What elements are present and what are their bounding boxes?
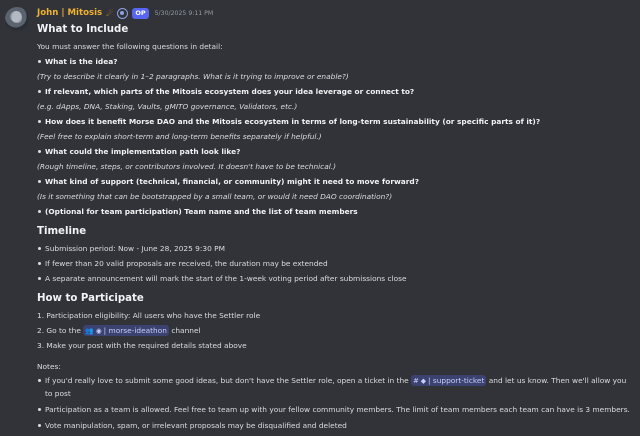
- question-3: How does it benefit Morse DAO and the Mi…: [37, 114, 637, 129]
- question-6: (Optional for team participation) Team n…: [37, 204, 637, 219]
- question-1: What is the idea?: [37, 54, 637, 69]
- timeline-item-3: A separate announcement will mark the st…: [37, 271, 637, 286]
- message-timestamp: 5/30/2025 9:11 PM: [154, 9, 214, 17]
- include-intro: You must answer the following questions …: [37, 42, 223, 51]
- question-2-note: (e.g. dApps, DNA, Staking, Vaults, gMITO…: [37, 102, 298, 111]
- author-avatar[interactable]: [5, 7, 29, 31]
- question-2: If relevant, which parts of the Mitosis …: [37, 84, 637, 99]
- notes-label: Notes:: [37, 362, 61, 371]
- chat-message: John | Mitosis ☄ OP 5/30/2025 9:11 PM Wh…: [0, 0, 640, 436]
- channel-name: | support-ticket: [428, 376, 485, 385]
- message-content: What to Include You must answer the foll…: [37, 21, 637, 432]
- heading-how-to-participate: How to Participate: [37, 293, 144, 304]
- note-3: Vote manipulation, spam, or irrelevant p…: [37, 419, 637, 432]
- participate-step-1: 1. Participation eligibility: All users …: [37, 311, 261, 320]
- timeline-item-1: Submission period: Now - June 28, 2025 9…: [37, 241, 637, 256]
- support-ticket-channel-link[interactable]: # ◆ | support-ticket: [411, 375, 487, 386]
- op-tag: OP: [132, 7, 149, 19]
- question-5-note: (Is it something that can be bootstrappe…: [37, 192, 393, 201]
- heading-timeline: Timeline: [37, 226, 87, 237]
- ticket-icon: ◆: [420, 377, 427, 385]
- question-1-note: (Try to describe it clearly in 1–2 parag…: [37, 72, 349, 81]
- participate-step-3: 3. Make your post with the required deta…: [37, 341, 247, 350]
- step-2-suffix: channel: [171, 326, 201, 335]
- question-4: What could the implementation path look …: [37, 144, 637, 159]
- note-1-prefix: If you'd really love to submit some good…: [45, 376, 409, 385]
- question-4-note: (Rough timeline, steps, or contributors …: [37, 162, 337, 171]
- morse-ideathon-channel-link[interactable]: 👥 ◉ | morse-ideathon: [83, 325, 169, 336]
- rocket-icon: ☄: [106, 8, 114, 18]
- channel-name: | morse-ideathon: [103, 326, 167, 335]
- step-2-prefix: 2. Go to the: [37, 326, 81, 335]
- group-icon: 👥: [85, 327, 94, 335]
- note-2: Participation as a team is allowed. Feel…: [37, 403, 637, 416]
- hash-icon: #: [413, 377, 419, 385]
- note-1: If you'd really love to submit some good…: [37, 374, 637, 400]
- heading-what-to-include: What to Include: [37, 24, 129, 35]
- question-3-note: (Feel free to explain short-term and lon…: [37, 132, 322, 141]
- question-5: What kind of support (technical, financi…: [37, 174, 637, 189]
- timeline-item-2: If fewer than 20 valid proposals are rec…: [37, 256, 637, 271]
- brain-icon: ◉: [95, 327, 102, 335]
- participate-step-2: 2. Go to the 👥 ◉ | morse-ideathon channel: [37, 323, 637, 338]
- note-1-continuation: to post: [45, 389, 71, 398]
- author-name[interactable]: John | Mitosis: [37, 8, 102, 18]
- ring-badge-icon: [117, 7, 129, 19]
- note-1-suffix: and let us know. Then we'll allow you: [488, 376, 627, 385]
- message-header: John | Mitosis ☄ OP 5/30/2025 9:11 PM: [37, 6, 213, 20]
